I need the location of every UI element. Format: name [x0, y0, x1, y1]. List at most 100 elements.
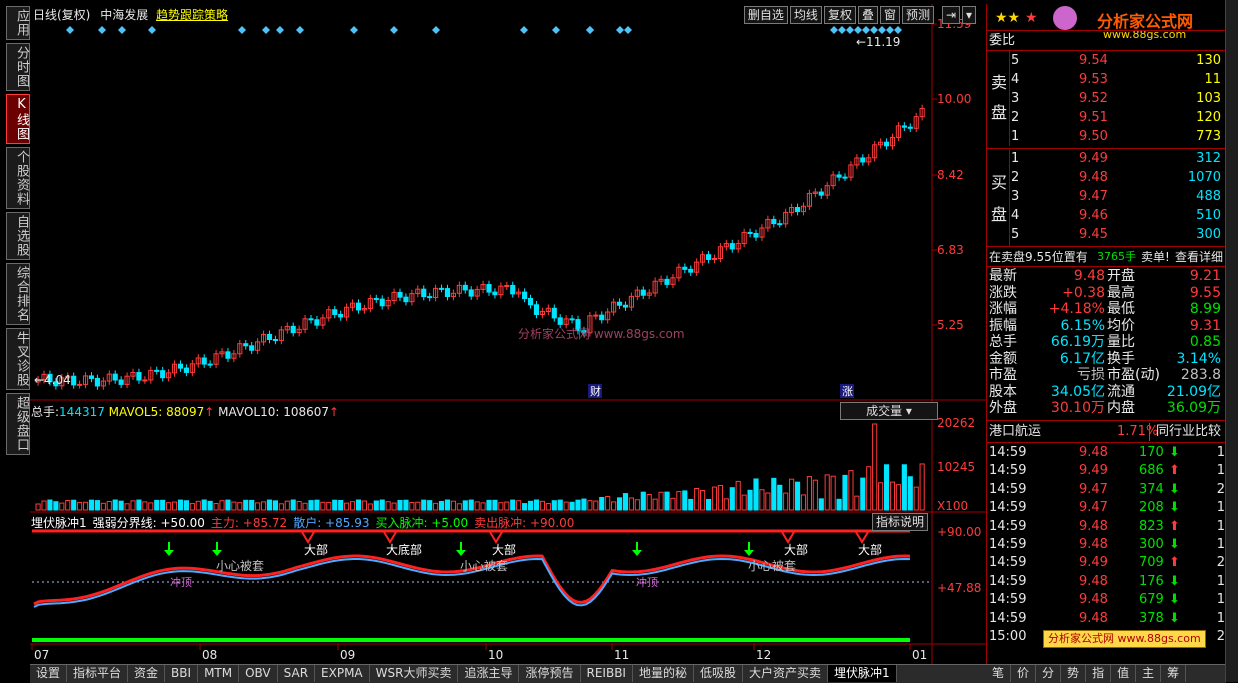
arrow-right-icon[interactable]: ⇥ [941, 6, 960, 24]
volume-bar [622, 493, 629, 511]
volume-bar [462, 500, 468, 511]
volume-bar [854, 495, 860, 511]
indicator-tab-4[interactable]: MTM [198, 665, 240, 682]
indicator-tab-15[interactable]: 埋伏脉冲1 [828, 665, 897, 682]
big-order-alert: 在卖盘9.55位置有 3765手 卖单! 查看详细 [987, 248, 1227, 266]
indicator-tab-9[interactable]: 追涨主导 [458, 665, 520, 682]
quote-tab-1[interactable]: 价 [1011, 665, 1037, 682]
indicator-tab-1[interactable]: 指标平台 [67, 665, 129, 682]
quote-tab-0[interactable]: 笔 [986, 665, 1012, 682]
strategy-link[interactable]: 趋势跟踪策略 [156, 8, 228, 22]
buy-price: 9.49 [1079, 151, 1108, 166]
toolbar-button-4[interactable]: 窗 [879, 6, 900, 24]
candlestick [77, 383, 83, 386]
tick-price: 9.49 [1079, 555, 1108, 571]
volume-bar [872, 423, 878, 511]
divider [987, 30, 1227, 31]
tick-price: 9.48 [1079, 537, 1108, 552]
signal-diamond-icon [616, 26, 624, 34]
left-tab-6[interactable]: 牛叉诊股 [6, 328, 30, 390]
tick-count: 1 [1216, 500, 1225, 516]
tick-price: 9.48 [1079, 610, 1108, 626]
volume-bar [225, 499, 231, 511]
toolbar-button-2[interactable]: 复权 [823, 6, 856, 24]
indicator-tab-8[interactable]: WSR大师买卖 [370, 665, 459, 682]
candlestick [88, 375, 95, 379]
industry-compare-button[interactable]: 同行业比较 [1149, 423, 1221, 441]
stat-row: 最新 9.48 开盘 9.21 [987, 268, 1227, 285]
indicator-tab-5[interactable]: OBV [239, 665, 278, 682]
volume-bar [765, 492, 771, 511]
sell-volume: 103 [1196, 91, 1221, 106]
up-arrow-icon: ⬆ [1169, 463, 1180, 479]
tick-price: 9.48 [1079, 573, 1108, 589]
volume-bar [177, 499, 184, 511]
indicator-tab-14[interactable]: 大户资产买卖 [743, 665, 829, 682]
volume-bar [889, 481, 896, 511]
quote-tab-2[interactable]: 分 [1036, 665, 1062, 682]
volume-bar [717, 484, 723, 511]
sell-price: 9.51 [1079, 110, 1108, 125]
toolbar-button-1[interactable]: 均线 [789, 6, 822, 24]
quote-tab-5[interactable]: 值 [1111, 665, 1137, 682]
stat-label: 振幅 [989, 317, 1017, 334]
weibi-row: 委比 [987, 32, 1227, 50]
indicator-tab-10[interactable]: 涨停预告 [519, 665, 581, 682]
left-tab-3[interactable]: 个股资料 [6, 147, 30, 209]
indicator-tab-13[interactable]: 低吸股 [694, 665, 743, 682]
date-tick-label: 11 [614, 648, 629, 662]
volume-bar [735, 480, 741, 511]
left-tab-2[interactable]: K线图 [6, 94, 30, 144]
left-tab-5[interactable]: 综合排名 [6, 263, 30, 325]
indicator-tab-2[interactable]: 资金 [128, 665, 166, 682]
candlestick [403, 296, 409, 303]
kline-chart-area[interactable]: 11.59 10.00 8.42 6.83 5.25 ←11.19 ←4.04 分析家公式网 … [30, 4, 986, 664]
stat-label: 涨幅 [989, 301, 1017, 317]
indicator-tab-11[interactable]: REIBBI [581, 665, 633, 682]
quote-tab-4[interactable]: 指 [1086, 665, 1112, 682]
tick-volume: 176 [1139, 573, 1164, 589]
divider [987, 442, 1227, 443]
volume-bar [723, 498, 729, 511]
stat-row: 外盘 30.10万 内盘 36.09万 [987, 400, 1227, 417]
left-tab-4[interactable]: 自选股 [6, 212, 30, 260]
indicator-tab-7[interactable]: EXPMA [315, 665, 370, 682]
toolbar-button-5[interactable]: 预测 [901, 6, 934, 24]
volume-bar [237, 502, 243, 511]
candlestick [225, 351, 231, 359]
volume-bar [189, 503, 195, 511]
buy-arrow-icon [456, 542, 466, 556]
indicator-tab-3[interactable]: BBI [165, 665, 199, 682]
indicator-tab-12[interactable]: 地量的秘 [633, 665, 694, 682]
signal-diamond-icon [552, 26, 560, 34]
buy-price: 9.46 [1079, 208, 1108, 223]
volume-selector-label: 成交量 [866, 404, 903, 418]
volume-selector[interactable]: 成交量 ▾ [840, 402, 938, 420]
indicator-tab-0[interactable]: 设置 [30, 665, 68, 682]
quote-tab-6[interactable]: 主 [1136, 665, 1162, 682]
indicator-tab-6[interactable]: SAR [278, 665, 316, 682]
chart-canvas: 11.5910.008.426.835.25←11.19←4.04分析家公式网 … [30, 4, 986, 664]
toolbar-button-0[interactable]: 删自选 [743, 6, 788, 24]
left-tab-1[interactable]: 分时图 [6, 43, 30, 91]
tick-volume: 374 [1139, 481, 1164, 497]
quote-tab-3[interactable]: 势 [1061, 665, 1087, 682]
toolbar-button-3[interactable]: 叠 [857, 6, 878, 24]
vertical-scrollbar[interactable] [1225, 0, 1238, 682]
divider [987, 420, 1227, 421]
left-tab-7[interactable]: 超级盘口 [6, 393, 30, 455]
volume-bar [824, 474, 830, 511]
tick-time: 14:59 [989, 555, 1027, 571]
quote-tab-7[interactable]: 筹 [1161, 665, 1187, 682]
bottom-signal-label: 冲顶 [170, 575, 192, 589]
alert-detail-link[interactable]: 查看详细 [1175, 248, 1223, 266]
volume-tick-label: X100 [937, 499, 968, 513]
indicator-help-button[interactable]: 指标说明 [872, 513, 929, 531]
sell-signal-icon [489, 531, 503, 544]
tick-time: 14:59 [989, 445, 1027, 460]
chevron-down-icon[interactable]: ▾ [961, 6, 976, 24]
candlestick [640, 289, 646, 296]
volume-bar [634, 499, 640, 511]
stat-label: 外盘 [989, 400, 1017, 416]
left-tab-0[interactable]: 应用 [6, 6, 30, 40]
